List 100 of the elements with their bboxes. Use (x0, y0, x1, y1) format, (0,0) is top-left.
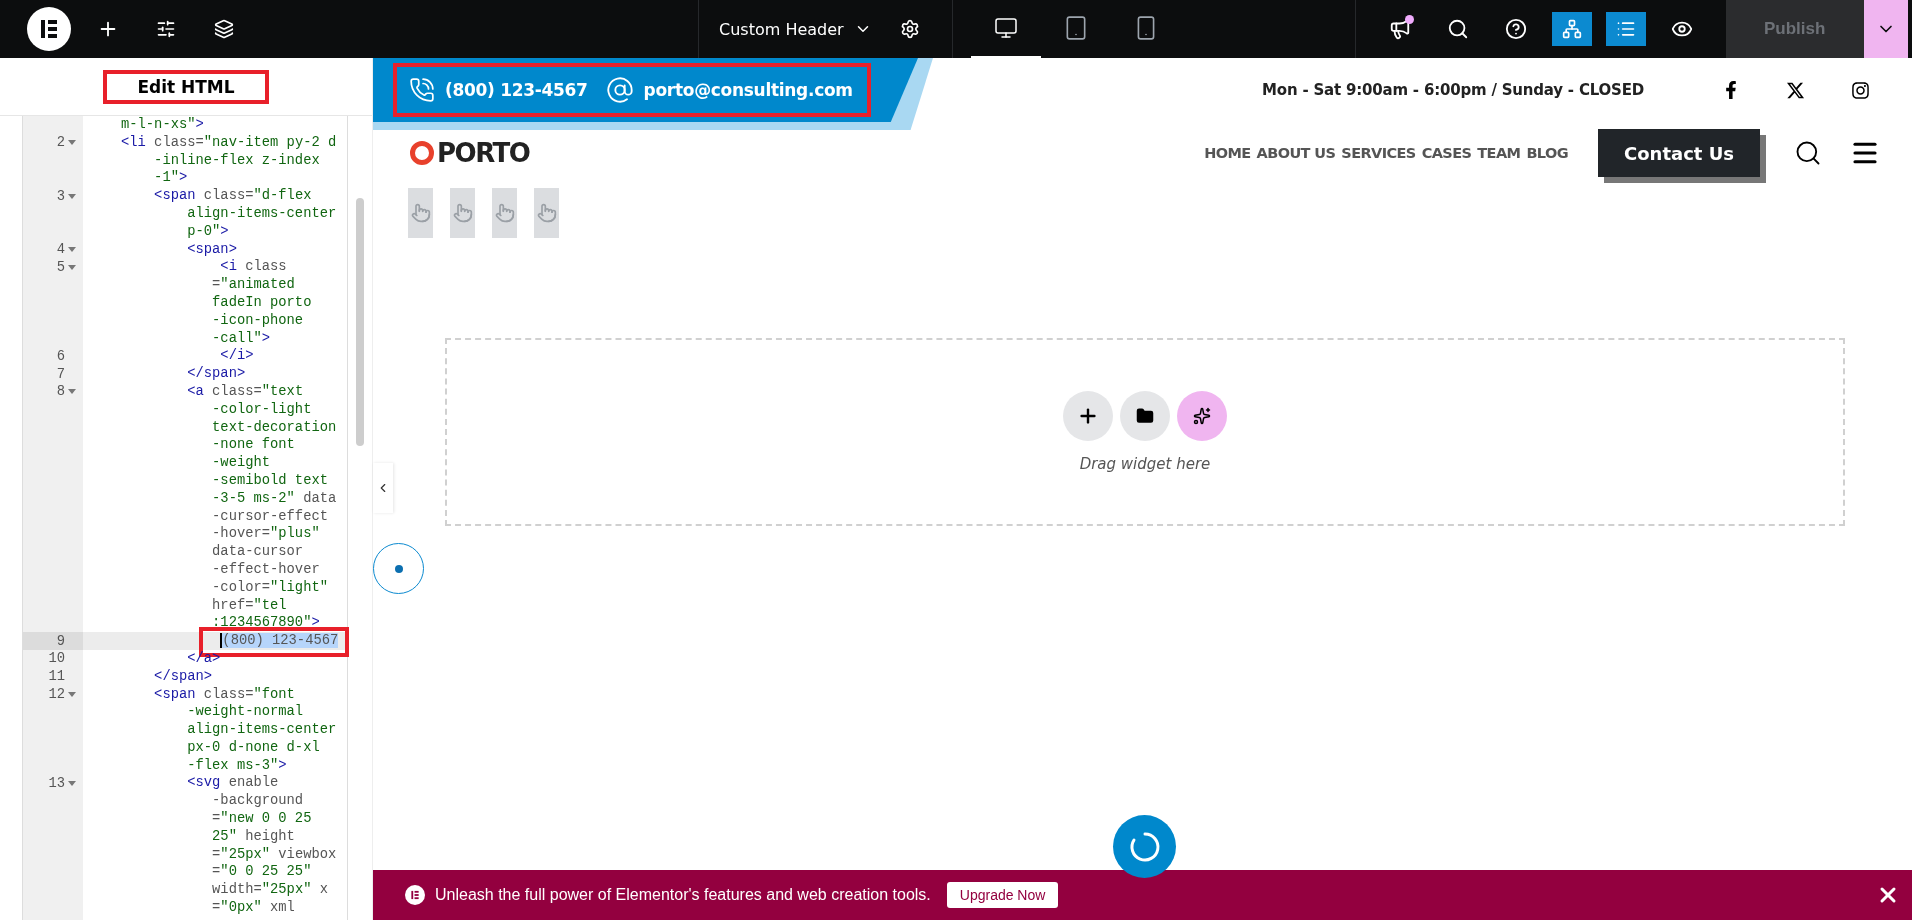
x-icon[interactable] (1786, 80, 1805, 100)
megaphone-icon (1388, 18, 1411, 40)
code-line: -hover="plus" (211, 525, 320, 544)
code-line: -weight-normal (186, 703, 304, 722)
upgrade-now-button[interactable]: Upgrade Now (946, 882, 1059, 908)
code-line: </span> (186, 365, 246, 383)
code-editor[interactable] (23, 116, 347, 920)
layers-icon (214, 19, 234, 39)
template-library-button[interactable] (1120, 391, 1170, 441)
fold-caret-icon[interactable] (68, 389, 76, 395)
phone-link[interactable]: (800) 123-4567 (409, 77, 588, 103)
document-title[interactable]: Custom Header (719, 19, 872, 39)
elementor-logo-icon (27, 7, 71, 51)
opening-hours: Mon - Sat 9:00am - 6:00pm / Sunday - CLOSED (1262, 81, 1644, 99)
line-number: 9 (56, 633, 65, 649)
code-line: <svg enable (186, 774, 279, 793)
line-number: 7 (56, 366, 65, 382)
code-line: -none font (211, 436, 295, 455)
nav-link[interactable]: TEAM (1477, 145, 1521, 161)
folder-icon (1136, 407, 1154, 425)
code-line: align-items-center (186, 721, 337, 739)
code-line: -icon-phone (211, 311, 304, 330)
code-line: fadeIn porto (211, 293, 312, 312)
code-line: <a class="text (186, 382, 304, 401)
publish-options-button[interactable] (1863, 0, 1908, 58)
search-icon[interactable] (1794, 139, 1822, 167)
code-line: px-0 d-none d-xl (186, 738, 320, 757)
hand-pointer-icon (536, 203, 557, 223)
add-section-button[interactable] (1063, 391, 1113, 441)
sliders-icon (156, 19, 176, 39)
code-line: ="0 0 25 25" (211, 863, 312, 882)
code-line: width="25px" x (211, 881, 328, 900)
sparkles-icon (1193, 407, 1211, 425)
hand-pointer-icon (452, 203, 473, 223)
code-line: -3-5 ms-2" data (211, 489, 337, 508)
fold-caret-icon[interactable] (68, 780, 76, 786)
code-line: -color="light" (211, 578, 328, 597)
code-line: -color-light (211, 400, 312, 419)
code-line: -weight (211, 454, 271, 472)
hand-pointer-icon (410, 203, 431, 223)
phone-icon (409, 77, 435, 103)
code-line: href="tel (211, 596, 287, 615)
code-line: </span> (153, 667, 213, 686)
hand-pointer-icon (494, 203, 515, 223)
nav-link[interactable]: HOME (1204, 145, 1251, 161)
code-line: </i> (219, 347, 254, 366)
code-line: -flex ms-3"> (186, 756, 287, 775)
code-line: -background (211, 792, 304, 811)
search-icon (1446, 18, 1469, 40)
fold-caret-icon[interactable] (68, 246, 76, 252)
promo-text: Unleash the full power of Elementor's features and web creation tools. (435, 886, 931, 904)
line-number: 3 (56, 188, 65, 204)
nav-link[interactable]: CASES (1421, 145, 1472, 161)
instagram-icon[interactable] (1851, 80, 1870, 100)
settings-icon (899, 19, 920, 39)
toolbar-toggle[interactable] (1551, 12, 1592, 46)
fold-caret-icon[interactable] (68, 140, 76, 146)
code-line: <span class="d-flex (153, 187, 312, 205)
line-number: 12 (48, 686, 65, 702)
code-line: <span class="font (153, 685, 295, 704)
code-line: p-0"> (186, 222, 229, 241)
code-line: -effect-hover (211, 560, 320, 579)
toolbar-toggle[interactable] (1605, 12, 1646, 46)
logo-text: PORTO (437, 138, 530, 168)
code-line: -cursor-effect (211, 507, 328, 526)
fold-caret-icon[interactable] (68, 691, 76, 697)
desktop-icon (993, 16, 1018, 40)
code-line: -1"> (153, 169, 188, 188)
line-number: 8 (56, 384, 65, 400)
code-line: m-l-n-xs"> (121, 116, 204, 134)
code-line: ="animated (211, 276, 295, 294)
list-icon (1615, 19, 1636, 39)
line-number: 11 (48, 669, 65, 685)
line-number: 5 (56, 259, 65, 275)
line-number: 13 (48, 775, 65, 791)
code-line: <i class (219, 258, 287, 277)
nav-link[interactable]: SERVICES (1341, 145, 1416, 161)
nav-link[interactable]: BLOG (1526, 145, 1568, 161)
help-icon (1504, 18, 1527, 40)
code-line: align-items-center (186, 205, 337, 223)
code-line: 25" height (211, 827, 295, 846)
code-line: ="0px" xml (211, 899, 295, 917)
scrollbar-thumb[interactable] (356, 198, 364, 446)
nav-link[interactable]: ABOUT US (1256, 145, 1336, 161)
fold-caret-icon[interactable] (68, 193, 76, 199)
code-line: -inline-flex z-index (153, 151, 320, 170)
email-link[interactable]: porto@consulting.com (605, 76, 853, 104)
elementor-logo-button[interactable] (26, 6, 72, 52)
code-line: ="new 0 0 25 (211, 810, 312, 828)
ai-button[interactable] (1177, 391, 1227, 441)
line-number: 6 (56, 348, 65, 364)
line-number: 4 (56, 241, 65, 257)
panel-title: Edit HTML (103, 69, 269, 104)
code-line: <li class="nav-item py-2 d (121, 133, 337, 152)
code-line: :1234567890"> (211, 614, 320, 633)
line-number: 10 (48, 651, 65, 667)
code-line: -call"> (211, 329, 271, 348)
code-line: -semibold text (211, 471, 328, 490)
at-sign-icon (605, 76, 634, 104)
fold-caret-icon[interactable] (68, 264, 76, 270)
